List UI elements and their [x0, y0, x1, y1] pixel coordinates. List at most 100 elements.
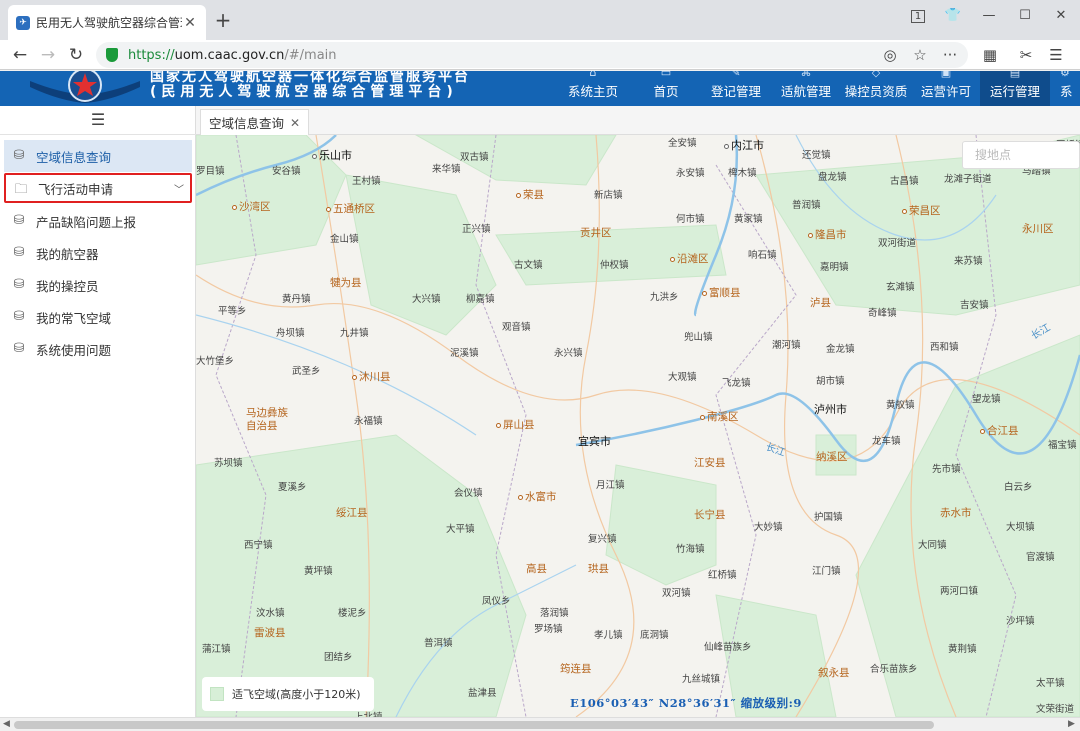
browser-tab[interactable]: ✈ 民用无人驾驶航空器综合管理 ✕ — [8, 5, 206, 40]
bookmark-star-icon[interactable]: ☆ — [908, 43, 932, 67]
scroll-right-icon[interactable]: ▶ — [1068, 719, 1075, 729]
map-canvas — [196, 135, 1080, 717]
url-path: /#/main — [284, 47, 337, 63]
location-icon[interactable]: ◎ — [878, 43, 902, 67]
nav-registration[interactable]: ✎ 登记管理 — [702, 71, 770, 106]
map-label-town: 合乐苗族乡 — [870, 664, 918, 675]
map-label-town: 大兴镇 — [412, 294, 441, 305]
nav-index[interactable]: ▭ 首页 — [636, 71, 696, 106]
url-field[interactable]: https:// uom.caac.gov.cn /#/main — [96, 42, 968, 68]
sidebar-item-flight-application[interactable]: 🗀 飞行活动申请 ﹀ — [4, 173, 192, 203]
system-icon: ⚙ — [1060, 71, 1070, 79]
map-label-town: 两河口镇 — [940, 586, 979, 597]
map-label-town: 柳嘉镇 — [466, 294, 495, 305]
window-close-button[interactable]: ✕ — [1048, 5, 1074, 27]
maximize-button[interactable]: ☐ — [1012, 5, 1038, 27]
scroll-left-icon[interactable]: ◀ — [3, 719, 10, 729]
more-dots-icon[interactable]: ··· — [938, 43, 962, 67]
map-label-town: 椑木镇 — [728, 168, 757, 179]
map-search-input[interactable]: 搜地点 — [962, 141, 1080, 169]
map-label-town: 平等乡 — [218, 306, 247, 317]
tab-airspace-query[interactable]: 空域信息查询 ✕ — [200, 109, 310, 135]
map-label-town: 普洱镇 — [424, 638, 453, 649]
city-marker-icon — [312, 153, 317, 159]
back-button[interactable]: ← — [8, 43, 32, 67]
map-label-town: 九井镇 — [340, 328, 369, 339]
sidebar-item-frequent-airspace[interactable]: ⛁ 我的常飞空域 — [4, 301, 192, 333]
map-label-county: 水富市 — [518, 489, 557, 504]
close-icon[interactable]: ✕ — [290, 116, 300, 130]
shirt-icon[interactable]: 👕 — [940, 5, 966, 27]
map-label-town: 双河镇 — [662, 588, 691, 599]
nav-operator-qualification[interactable]: ◇ 操控员资质 — [840, 71, 912, 106]
map-label-town: 大观镇 — [668, 372, 697, 383]
nav-home[interactable]: ⌂ 系统主页 — [560, 71, 626, 106]
map-label-county: 绥江县 — [336, 507, 368, 519]
tab-close-icon[interactable]: ✕ — [182, 15, 198, 31]
horizontal-scrollbar[interactable]: ◀ ▶ — [0, 717, 1080, 731]
menu-icon[interactable]: ☰ — [1044, 43, 1068, 67]
sidebar-item-system-issues[interactable]: ⛁ 系统使用问题 — [4, 333, 192, 365]
map-label-town: 金山镇 — [330, 234, 359, 245]
sidebar-item-airspace-query[interactable]: ⛁ 空域信息查询 — [4, 140, 192, 172]
map-label-county: 珙县 — [588, 563, 609, 575]
browser-tab-title: 民用无人驾驶航空器综合管理 — [36, 16, 182, 30]
apps-grid-icon[interactable]: ▦ — [978, 43, 1002, 67]
map-label-town: 奇峰镇 — [868, 308, 897, 319]
map-label-town: 大同镇 — [918, 540, 947, 551]
map-label-town: 凤仪乡 — [482, 596, 511, 607]
new-tab-button[interactable]: + — [212, 10, 234, 30]
map-label-town: 嘉明镇 — [820, 262, 849, 273]
map-label-town: 先市镇 — [932, 464, 961, 475]
scissors-icon[interactable]: ✂ — [1014, 43, 1038, 67]
map-label-town: 武圣乡 — [292, 366, 321, 377]
coordinate-readout: E106°03′43″ N28°36′31″ 缩放级别:9 — [570, 696, 802, 710]
reload-button[interactable]: ↻ — [64, 43, 88, 67]
map-label-county: 合江县 — [980, 423, 1019, 438]
brand-line-2: (民用无人驾驶航空器综合管理平台) — [150, 84, 458, 100]
nav-operation-management[interactable]: ▤ 运行管理 — [980, 71, 1050, 106]
database-icon: ⛁ — [13, 309, 25, 324]
site-favicon-icon: ✈ — [16, 15, 30, 30]
map-label-town: 来华镇 — [432, 164, 461, 175]
map-label-town: 永安镇 — [676, 168, 705, 179]
tab-count-button[interactable]: 1 — [905, 5, 931, 27]
map-label-town: 仙峰苗族乡 — [704, 642, 752, 653]
map-label-town: 黄坪镇 — [304, 566, 333, 577]
minimize-button[interactable]: — — [976, 5, 1002, 27]
map-label-town: 团结乡 — [324, 652, 353, 663]
map-label-town: 望龙镇 — [972, 394, 1001, 405]
sidebar-item-my-operators[interactable]: ⛁ 我的操控员 — [4, 269, 192, 301]
database-icon: ⛁ — [13, 341, 25, 356]
map-label-town: 正兴镇 — [462, 224, 491, 235]
sidebar-item-my-aircraft[interactable]: ⛁ 我的航空器 — [4, 237, 192, 269]
nav-operating-license[interactable]: ▣ 运营许可 — [914, 71, 978, 106]
map-label-county: 犍为县 — [330, 277, 362, 289]
nav-airworthiness[interactable]: ⌘ 适航管理 — [774, 71, 838, 106]
map-label-county: 泸县 — [810, 297, 831, 309]
map-label-county: 纳溪区 — [816, 451, 848, 463]
map-label-town: 落润镇 — [540, 608, 569, 619]
map-view[interactable]: 乐山市 内江市 宜宾市 泸州市 沙湾区 五通桥区 犍为县 荣县 贡井区 沿滩区 … — [196, 135, 1080, 717]
map-label-town: 盘龙镇 — [818, 172, 847, 183]
map-label-county: 贡井区 — [580, 227, 612, 239]
map-label-county: 马边彝族自治县 — [246, 407, 288, 432]
map-label-county: 高县 — [526, 563, 547, 575]
sidebar-item-defect-report[interactable]: ⛁ 产品缺陷问题上报 — [4, 205, 192, 237]
monitor-icon: ▭ — [660, 71, 672, 79]
nav-system[interactable]: ⚙ 系 — [1054, 71, 1080, 106]
map-label-town: 汶水镇 — [256, 608, 285, 619]
map-label-town: 双古镇 — [460, 152, 489, 163]
city-marker-icon — [724, 143, 729, 149]
map-label-town: 古昌镇 — [890, 176, 919, 187]
sidebar-item-label: 我的操控员 — [36, 278, 99, 294]
map-label-town: 罗场镇 — [534, 624, 563, 635]
forward-button[interactable]: → — [36, 43, 60, 67]
map-label-town: 大竹堡乡 — [196, 356, 235, 367]
county-marker-icon — [496, 422, 501, 428]
legend-label: 适飞空域(高度小于120米) — [232, 688, 361, 701]
sidebar-toggle-icon[interactable]: ☰ — [0, 106, 196, 135]
county-marker-icon — [516, 192, 521, 198]
map-label-town: 太平镇 — [1036, 678, 1065, 689]
scrollbar-thumb[interactable] — [14, 721, 934, 729]
